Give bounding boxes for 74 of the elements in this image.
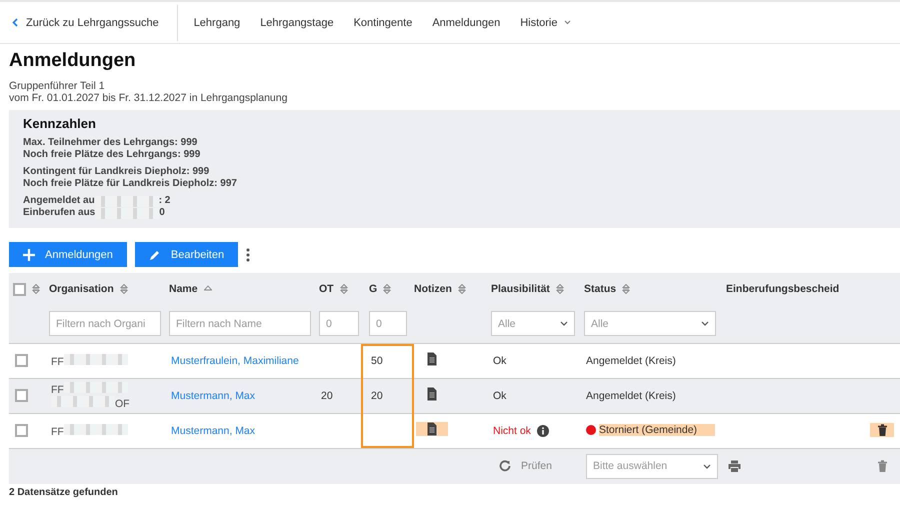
name-link[interactable]: Musterfraulein, Maximiliane — [171, 354, 299, 366]
redacted-block — [64, 424, 128, 434]
plus-icon — [23, 248, 35, 260]
sort-icon[interactable] — [556, 284, 564, 294]
metric-text: Einberufen aus — [23, 207, 96, 219]
metric-text: Max. Teilnehmer des Lehrgangs: 999 — [23, 137, 198, 149]
table-cell: 20 — [371, 390, 383, 402]
status-text: Angemeldet (Kreis) — [586, 390, 676, 402]
action-button[interactable]: Anmeldungen — [9, 242, 127, 267]
metric-text: 0 — [159, 207, 165, 219]
result-count: 2 Datensätze gefunden — [9, 487, 119, 498]
column-header[interactable]: Notizen — [414, 283, 452, 295]
action-button[interactable]: Bearbeiten — [134, 242, 238, 267]
refresh-icon — [499, 460, 511, 472]
plausibility-text: Ok — [493, 354, 506, 366]
metric-text: : 2 — [158, 195, 170, 207]
plausibility-text: Nicht ok — [493, 424, 531, 436]
metric-text: Noch freie Plätze des Lehrgangs: 999 — [23, 149, 200, 161]
redacted-block — [95, 208, 160, 218]
nav-tab[interactable]: Kontingente — [344, 16, 422, 28]
plausibility-text: Ok — [493, 390, 506, 402]
column-header[interactable]: Status — [584, 283, 616, 295]
row-checkbox[interactable] — [15, 354, 28, 367]
status-text: Angemeldet (Kreis) — [586, 354, 676, 366]
status-text: Storniert (Gemeinde) — [599, 424, 716, 436]
subtitle: Gruppenführer Teil 1 — [9, 80, 106, 92]
column-header[interactable]: Name — [169, 283, 198, 295]
organisation-text: FF — [51, 384, 64, 396]
nav-tab[interactable]: Historie — [510, 16, 580, 28]
sort-icon[interactable] — [120, 284, 128, 294]
sort-icon[interactable] — [32, 284, 40, 294]
info-icon[interactable] — [536, 424, 549, 436]
row-checkbox[interactable] — [15, 389, 28, 402]
table-cell: 50 — [371, 354, 383, 366]
metric-text: Kontingent für Landkreis Diepholz: 999 — [23, 166, 210, 178]
sort-icon[interactable] — [340, 284, 348, 294]
name-link[interactable]: Mustermann, Max — [171, 424, 256, 436]
filter-field[interactable]: 0 — [369, 311, 407, 336]
chevron-down-icon — [701, 321, 709, 326]
organisation-text: FF — [51, 426, 64, 438]
kebab-menu-icon[interactable] — [246, 248, 250, 262]
filter-field[interactable]: Filtern nach Name — [169, 311, 311, 336]
chevron-down-icon — [560, 321, 568, 326]
filter-field[interactable]: Filtern nach Organi — [49, 311, 161, 336]
metric-text: Angemeldet au — [23, 195, 95, 207]
nav-tab[interactable]: Lehrgangstage — [250, 16, 344, 28]
select-all-checkbox[interactable] — [13, 282, 26, 296]
redacted-block — [94, 196, 159, 206]
nav-tab[interactable]: Anmeldungen — [422, 16, 510, 28]
document-icon[interactable] — [416, 422, 448, 436]
sort-icon[interactable] — [458, 284, 466, 294]
row-checkbox[interactable] — [15, 424, 28, 437]
nav-tab[interactable]: Lehrgang — [184, 16, 250, 28]
chevron-down-icon — [703, 464, 711, 469]
trash-icon[interactable] — [870, 422, 894, 436]
printer-icon[interactable] — [728, 460, 741, 472]
panel-title: Kennzahlen — [23, 116, 97, 131]
redacted-block — [51, 396, 115, 406]
metric-text: Noch freie Plätze für Landkreis Diepholz: 997 — [23, 178, 237, 190]
column-header[interactable]: G — [369, 283, 378, 295]
sort-icon[interactable] — [383, 284, 392, 294]
organisation-text: OF — [115, 398, 130, 410]
page-title: Anmeldungen — [9, 50, 137, 72]
redacted-block — [64, 382, 128, 392]
sort-icon[interactable] — [622, 284, 630, 294]
redacted-block — [64, 354, 128, 364]
table-cell: 20 — [321, 390, 333, 402]
subtitle: vom Fr. 01.01.2027 bis Fr. 31.12.2027 in Lehrgangsplanung — [9, 92, 288, 104]
filter-field[interactable]: 0 — [319, 311, 359, 336]
organisation-text: FF — [51, 356, 64, 368]
chevron-left-icon — [12, 18, 18, 27]
pencil-icon — [148, 248, 161, 260]
column-header[interactable]: OT — [319, 283, 334, 295]
back-link[interactable]: Zurück zu Lehrgangssuche — [0, 4, 178, 40]
